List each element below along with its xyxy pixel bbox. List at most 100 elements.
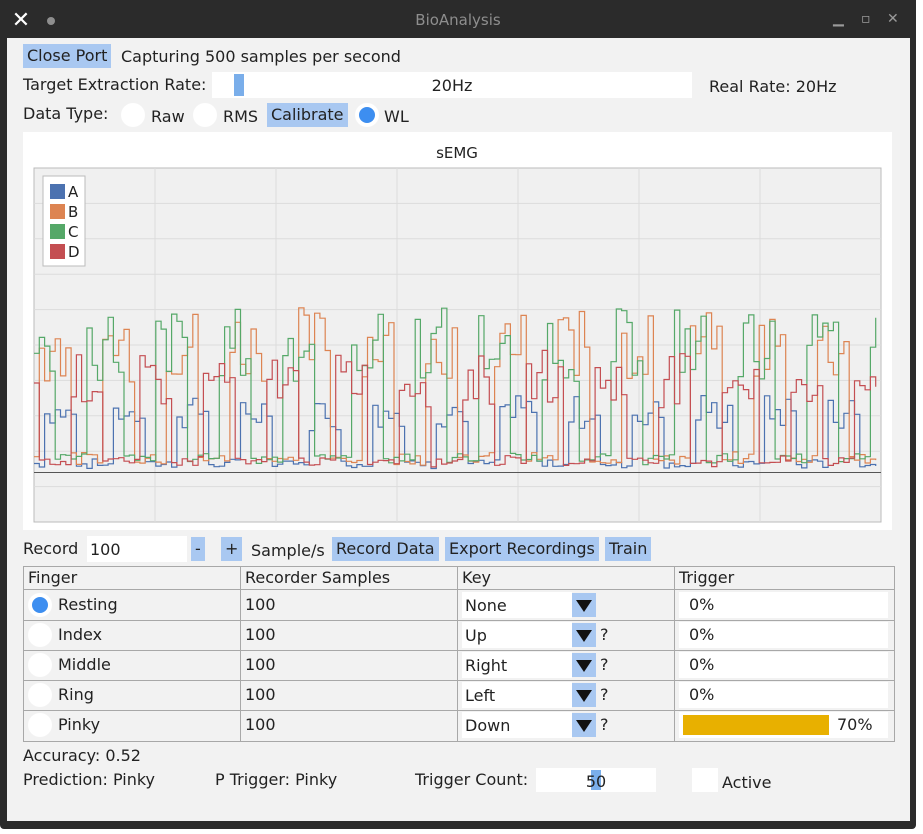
key-help-mark[interactable]: ? — [600, 650, 609, 680]
train-button[interactable]: Train — [605, 537, 652, 561]
export-recordings-button[interactable]: Export Recordings — [445, 537, 599, 561]
trigger-bar: 0% — [679, 682, 888, 708]
key-select-value: Left — [465, 686, 496, 705]
finger-radio[interactable] — [28, 713, 52, 737]
trigger-value: 0% — [689, 595, 715, 614]
app-window: ✕ BioAnalysis ▁ ▫ ✕ Close Port Capturing… — [0, 0, 916, 829]
key-select[interactable]: Right — [462, 652, 572, 678]
legend-label: D — [68, 243, 80, 261]
legend-swatch — [50, 184, 65, 199]
wl-radio[interactable] — [355, 103, 379, 127]
trigger-fill — [683, 715, 829, 735]
trigger-value: 0% — [689, 625, 715, 644]
extraction-rate-label: Target Extraction Rate: — [23, 75, 207, 94]
trigger-value: 70% — [837, 715, 873, 734]
finger-radio[interactable] — [28, 593, 52, 617]
samples-value: 100 — [245, 655, 276, 674]
chevron-down-icon[interactable] — [572, 593, 596, 617]
finger-name: Resting — [58, 595, 118, 614]
calibrate-button[interactable]: Calibrate — [267, 103, 348, 127]
finger-name: Middle — [58, 655, 111, 674]
semg-chart-svg: sEMG ABCD — [33, 144, 882, 523]
legend-label: C — [68, 223, 78, 241]
record-data-button[interactable]: Record Data — [332, 537, 439, 561]
key-select-value: Up — [465, 626, 487, 645]
rms-radio[interactable] — [193, 103, 217, 127]
increment-button[interactable]: + — [221, 537, 243, 561]
close-window-icon[interactable]: ✕ — [887, 12, 899, 26]
legend-label: B — [68, 203, 78, 221]
key-help-mark[interactable]: ? — [600, 620, 609, 650]
key-select[interactable]: Up — [462, 622, 572, 648]
samples-value: 100 — [245, 685, 276, 704]
p-trigger-text: P Trigger: Pinky — [215, 770, 338, 789]
status-text: Capturing 500 samples per second — [121, 47, 401, 66]
finger-radio[interactable] — [28, 653, 52, 677]
semg-chart: sEMG ABCD — [23, 132, 892, 530]
trigger-count-label: Trigger Count: — [415, 770, 529, 789]
key-help-mark[interactable]: ? — [600, 680, 609, 710]
trigger-count-slider[interactable]: 50 — [536, 768, 656, 792]
sample-rate-unit: Sample/s — [251, 541, 325, 560]
legend-label: A — [68, 183, 79, 201]
finger-radio[interactable] — [28, 683, 52, 707]
finger-name: Ring — [58, 685, 94, 704]
trigger-bar: 0% — [679, 592, 888, 618]
client-area: Close Port Capturing 500 samples per sec… — [7, 38, 910, 821]
key-select-value: Right — [465, 656, 508, 675]
record-rate-value: 100 — [90, 540, 121, 559]
header-trigger: Trigger — [679, 568, 735, 587]
trigger-value: 0% — [689, 685, 715, 704]
header-finger: Finger — [28, 568, 78, 587]
finger-name: Pinky — [58, 715, 101, 734]
legend-swatch — [50, 244, 65, 259]
trigger-bar: 0% — [679, 652, 888, 678]
minimize-icon[interactable]: ▁ — [833, 12, 844, 26]
chevron-down-icon[interactable] — [572, 653, 596, 677]
finger-table: Finger Recorder Samples Key Trigger Rest… — [23, 566, 895, 742]
title-bar: ✕ BioAnalysis ▁ ▫ ✕ — [0, 0, 916, 38]
real-rate-text: Real Rate: 20Hz — [709, 77, 837, 96]
prediction-text: Prediction: Pinky — [23, 770, 156, 789]
decrement-button[interactable]: - — [191, 537, 205, 561]
key-select[interactable]: None — [462, 592, 572, 618]
samples-value: 100 — [245, 595, 276, 614]
chevron-down-icon[interactable] — [572, 713, 596, 737]
chart-legend: ABCD — [42, 175, 86, 267]
active-checkbox[interactable] — [692, 768, 718, 792]
key-select-value: None — [465, 596, 507, 615]
wl-label: WL — [384, 107, 409, 126]
active-label: Active — [722, 773, 772, 792]
record-label: Record — [23, 539, 79, 558]
slider-value-text: 20Hz — [431, 76, 473, 95]
chevron-down-icon[interactable] — [572, 683, 596, 707]
header-key: Key — [462, 568, 492, 587]
legend-swatch — [50, 224, 65, 239]
maximize-icon[interactable]: ▫ — [861, 12, 871, 26]
samples-value: 100 — [245, 625, 276, 644]
rms-label: RMS — [223, 107, 259, 126]
key-select[interactable]: Down — [462, 712, 572, 738]
trigger-value: 0% — [689, 655, 715, 674]
close-port-button[interactable]: Close Port — [23, 44, 112, 68]
data-type-label: Data Type: — [23, 104, 109, 123]
legend-swatch — [50, 204, 65, 219]
header-recorder-samples: Recorder Samples — [245, 568, 391, 587]
chart-title: sEMG — [436, 144, 478, 162]
record-rate-input[interactable]: 100 — [87, 536, 187, 562]
key-select[interactable]: Left — [462, 682, 572, 708]
finger-radio[interactable] — [28, 623, 52, 647]
finger-name: Index — [58, 625, 103, 644]
chevron-down-icon[interactable] — [572, 623, 596, 647]
key-help-mark[interactable]: ? — [600, 710, 609, 740]
raw-label: Raw — [151, 107, 185, 126]
trigger-bar: 0% — [679, 622, 888, 648]
window-title: BioAnalysis — [415, 11, 501, 29]
raw-radio[interactable] — [121, 103, 145, 127]
key-select-value: Down — [465, 716, 511, 735]
samples-value: 100 — [245, 715, 276, 734]
accuracy-text: Accuracy: 0.52 — [23, 746, 141, 765]
extraction-rate-slider[interactable]: 20Hz — [212, 72, 692, 98]
trigger-count-value: 50 — [585, 772, 607, 791]
trigger-bar: 70% — [679, 712, 888, 738]
